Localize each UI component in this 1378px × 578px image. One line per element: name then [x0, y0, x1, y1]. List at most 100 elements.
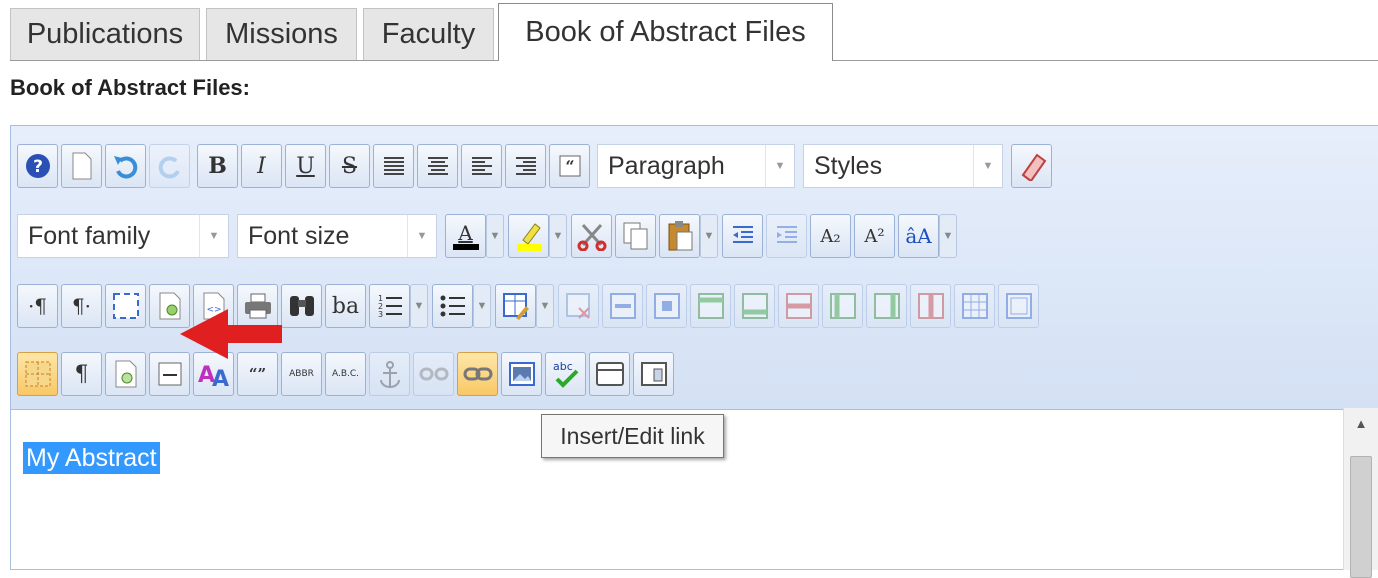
- bullet-list-menu-button[interactable]: ▼: [473, 284, 491, 328]
- insert-row-after-button[interactable]: [734, 284, 775, 328]
- insert-col-before-icon: [829, 293, 856, 319]
- justify-full-button[interactable]: [373, 144, 414, 188]
- help-button[interactable]: ?: [17, 144, 58, 188]
- abbr-button[interactable]: ABBR: [281, 352, 322, 396]
- cell-props-icon: [653, 293, 680, 319]
- outdent-button[interactable]: [722, 214, 763, 258]
- properties-button[interactable]: [633, 352, 674, 396]
- copy-icon: [623, 222, 647, 250]
- styles-select[interactable]: Styles ▼: [803, 144, 1003, 188]
- insert-row-before-button[interactable]: [690, 284, 731, 328]
- toolbar-row-2: Font family ▼ Font size ▼ A ▼ ▼ ▼ A₂ A² …: [17, 210, 961, 262]
- tab-publications[interactable]: Publications: [10, 8, 200, 60]
- superscript-button[interactable]: A²: [854, 214, 895, 258]
- blockquote-button[interactable]: “: [549, 144, 590, 188]
- rtl-button[interactable]: ¶·: [61, 284, 102, 328]
- text-color-icon: A: [458, 221, 473, 245]
- merge-cells-button[interactable]: [998, 284, 1039, 328]
- acronym-button[interactable]: A.B.C.: [325, 352, 366, 396]
- redo-icon: [158, 156, 180, 179]
- unlink-button[interactable]: [413, 352, 454, 396]
- italic-button[interactable]: I: [241, 144, 282, 188]
- svg-text:A: A: [212, 367, 229, 388]
- cut-button[interactable]: [571, 214, 612, 258]
- delete-col-button[interactable]: [910, 284, 951, 328]
- subscript-button[interactable]: A₂: [810, 214, 851, 258]
- font-size-select[interactable]: Font size ▼: [237, 214, 437, 258]
- paragraph-format-value: Paragraph: [608, 151, 725, 180]
- numbered-list-menu-button[interactable]: ▼: [410, 284, 428, 328]
- insert-col-before-button[interactable]: [822, 284, 863, 328]
- table-button[interactable]: [495, 284, 536, 328]
- show-blocks-button[interactable]: ¶: [61, 352, 102, 396]
- row-props-icon: [609, 293, 636, 319]
- align-right-icon: [515, 157, 536, 175]
- paragraph-format-select[interactable]: Paragraph ▼: [597, 144, 795, 188]
- tab-book-of-abstract-files[interactable]: Book of Abstract Files: [498, 3, 833, 61]
- undo-button[interactable]: [105, 144, 146, 188]
- charmap-button[interactable]: âA: [898, 214, 939, 258]
- paste-button[interactable]: [659, 214, 700, 258]
- numbered-list-icon: 123: [378, 294, 402, 319]
- cell-properties-button[interactable]: [646, 284, 687, 328]
- align-center-button[interactable]: [417, 144, 458, 188]
- pagebreak-icon: [158, 362, 181, 386]
- spellcheck-button[interactable]: abc: [545, 352, 586, 396]
- indent-button[interactable]: [766, 214, 807, 258]
- new-document-button[interactable]: [61, 144, 102, 188]
- fullscreen-icon: [112, 293, 139, 319]
- insert-col-after-button[interactable]: [866, 284, 907, 328]
- table-menu-button[interactable]: ▼: [536, 284, 554, 328]
- new-document-icon: [72, 152, 91, 180]
- numbered-list-button[interactable]: 123: [369, 284, 410, 328]
- backcolor-button[interactable]: [508, 214, 549, 258]
- copy-button[interactable]: [615, 214, 656, 258]
- forecolor-menu-button[interactable]: ▼: [486, 214, 504, 258]
- section-title: Book of Abstract Files:: [10, 75, 250, 100]
- delete-col-icon: [917, 293, 944, 319]
- backcolor-menu-button[interactable]: ▼: [549, 214, 567, 258]
- delete-table-icon: [565, 293, 590, 319]
- delete-row-icon: [785, 293, 812, 319]
- fullscreen-button[interactable]: [105, 284, 146, 328]
- delete-table-button[interactable]: [558, 284, 599, 328]
- style-props-icon: AA: [198, 363, 229, 388]
- svg-text:3: 3: [378, 310, 383, 319]
- font-family-value: Font family: [28, 221, 151, 250]
- replace-button[interactable]: ba: [325, 284, 366, 328]
- align-right-button[interactable]: [505, 144, 546, 188]
- scrollbar-thumb[interactable]: [1350, 456, 1372, 578]
- bullet-list-button[interactable]: [432, 284, 473, 328]
- selected-text[interactable]: My Abstract: [23, 442, 160, 474]
- remove-format-button[interactable]: [1011, 144, 1052, 188]
- row-properties-button[interactable]: [602, 284, 643, 328]
- visual-aid-button[interactable]: [17, 352, 58, 396]
- tab-faculty[interactable]: Faculty: [363, 8, 494, 60]
- spellcheck-icon: abc: [553, 360, 578, 388]
- split-cells-button[interactable]: [954, 284, 995, 328]
- redo-button[interactable]: [149, 144, 190, 188]
- insert-link-button[interactable]: [457, 352, 498, 396]
- anchor-button[interactable]: [369, 352, 410, 396]
- forecolor-button[interactable]: A: [445, 214, 486, 258]
- insert-row-after-icon: [741, 293, 768, 319]
- underline-button[interactable]: U: [285, 144, 326, 188]
- insert-row-before-icon: [697, 293, 724, 319]
- svg-text:?: ?: [33, 157, 43, 177]
- ltr-button[interactable]: ·¶: [17, 284, 58, 328]
- paste-menu-button[interactable]: ▼: [700, 214, 718, 258]
- charmap-menu-button[interactable]: ▼: [939, 214, 957, 258]
- template-icon: [115, 360, 136, 388]
- search-button[interactable]: [281, 284, 322, 328]
- bold-button[interactable]: B: [197, 144, 238, 188]
- strikethrough-button[interactable]: S: [329, 144, 370, 188]
- layer-button[interactable]: [589, 352, 630, 396]
- font-family-select[interactable]: Font family ▼: [17, 214, 229, 258]
- insert-image-button[interactable]: [501, 352, 542, 396]
- template-button[interactable]: [105, 352, 146, 396]
- delete-row-button[interactable]: [778, 284, 819, 328]
- scroll-up-arrow-icon[interactable]: ▲: [1344, 416, 1378, 431]
- align-left-button[interactable]: [461, 144, 502, 188]
- editor-scrollbar[interactable]: ▲: [1343, 408, 1378, 578]
- tab-missions[interactable]: Missions: [206, 8, 357, 60]
